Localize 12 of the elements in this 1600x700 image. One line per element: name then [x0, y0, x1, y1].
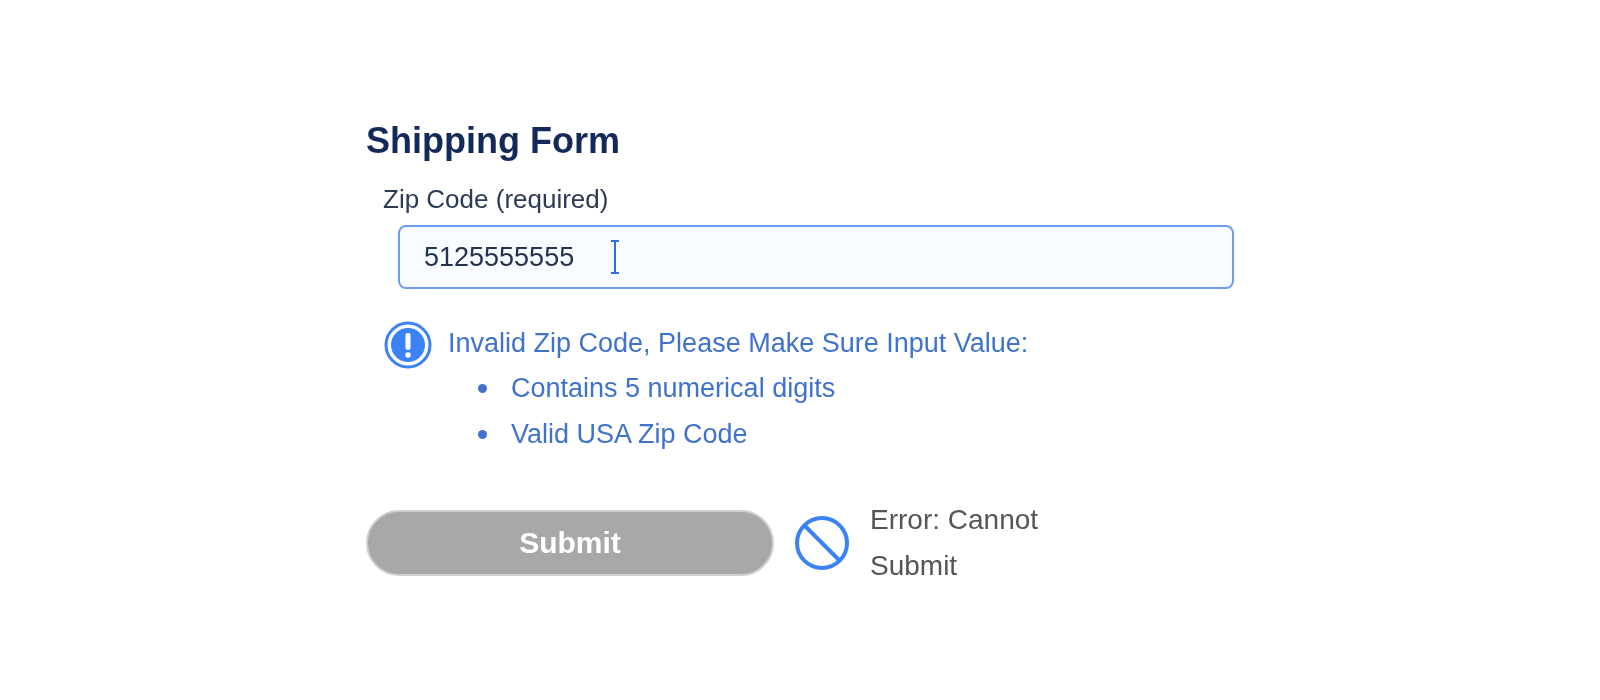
alert-icon: [384, 321, 432, 369]
error-message: Invalid Zip Code, Please Make Sure Input Value:: [448, 327, 1029, 360]
zip-code-field[interactable]: 5125555555: [398, 225, 1234, 289]
text-cursor-icon: [610, 239, 620, 275]
rule-text: Contains 5 numerical digits: [511, 372, 836, 405]
form-title: Shipping Form: [366, 120, 620, 162]
bullet-icon: [478, 429, 487, 439]
rule-text: Valid USA Zip Code: [511, 418, 748, 451]
field-label: Zip Code (required): [383, 184, 609, 215]
submit-error-text: Error: Cannot Submit: [870, 503, 1040, 583]
bullet-icon: [478, 383, 487, 393]
blocked-icon: [794, 515, 850, 571]
